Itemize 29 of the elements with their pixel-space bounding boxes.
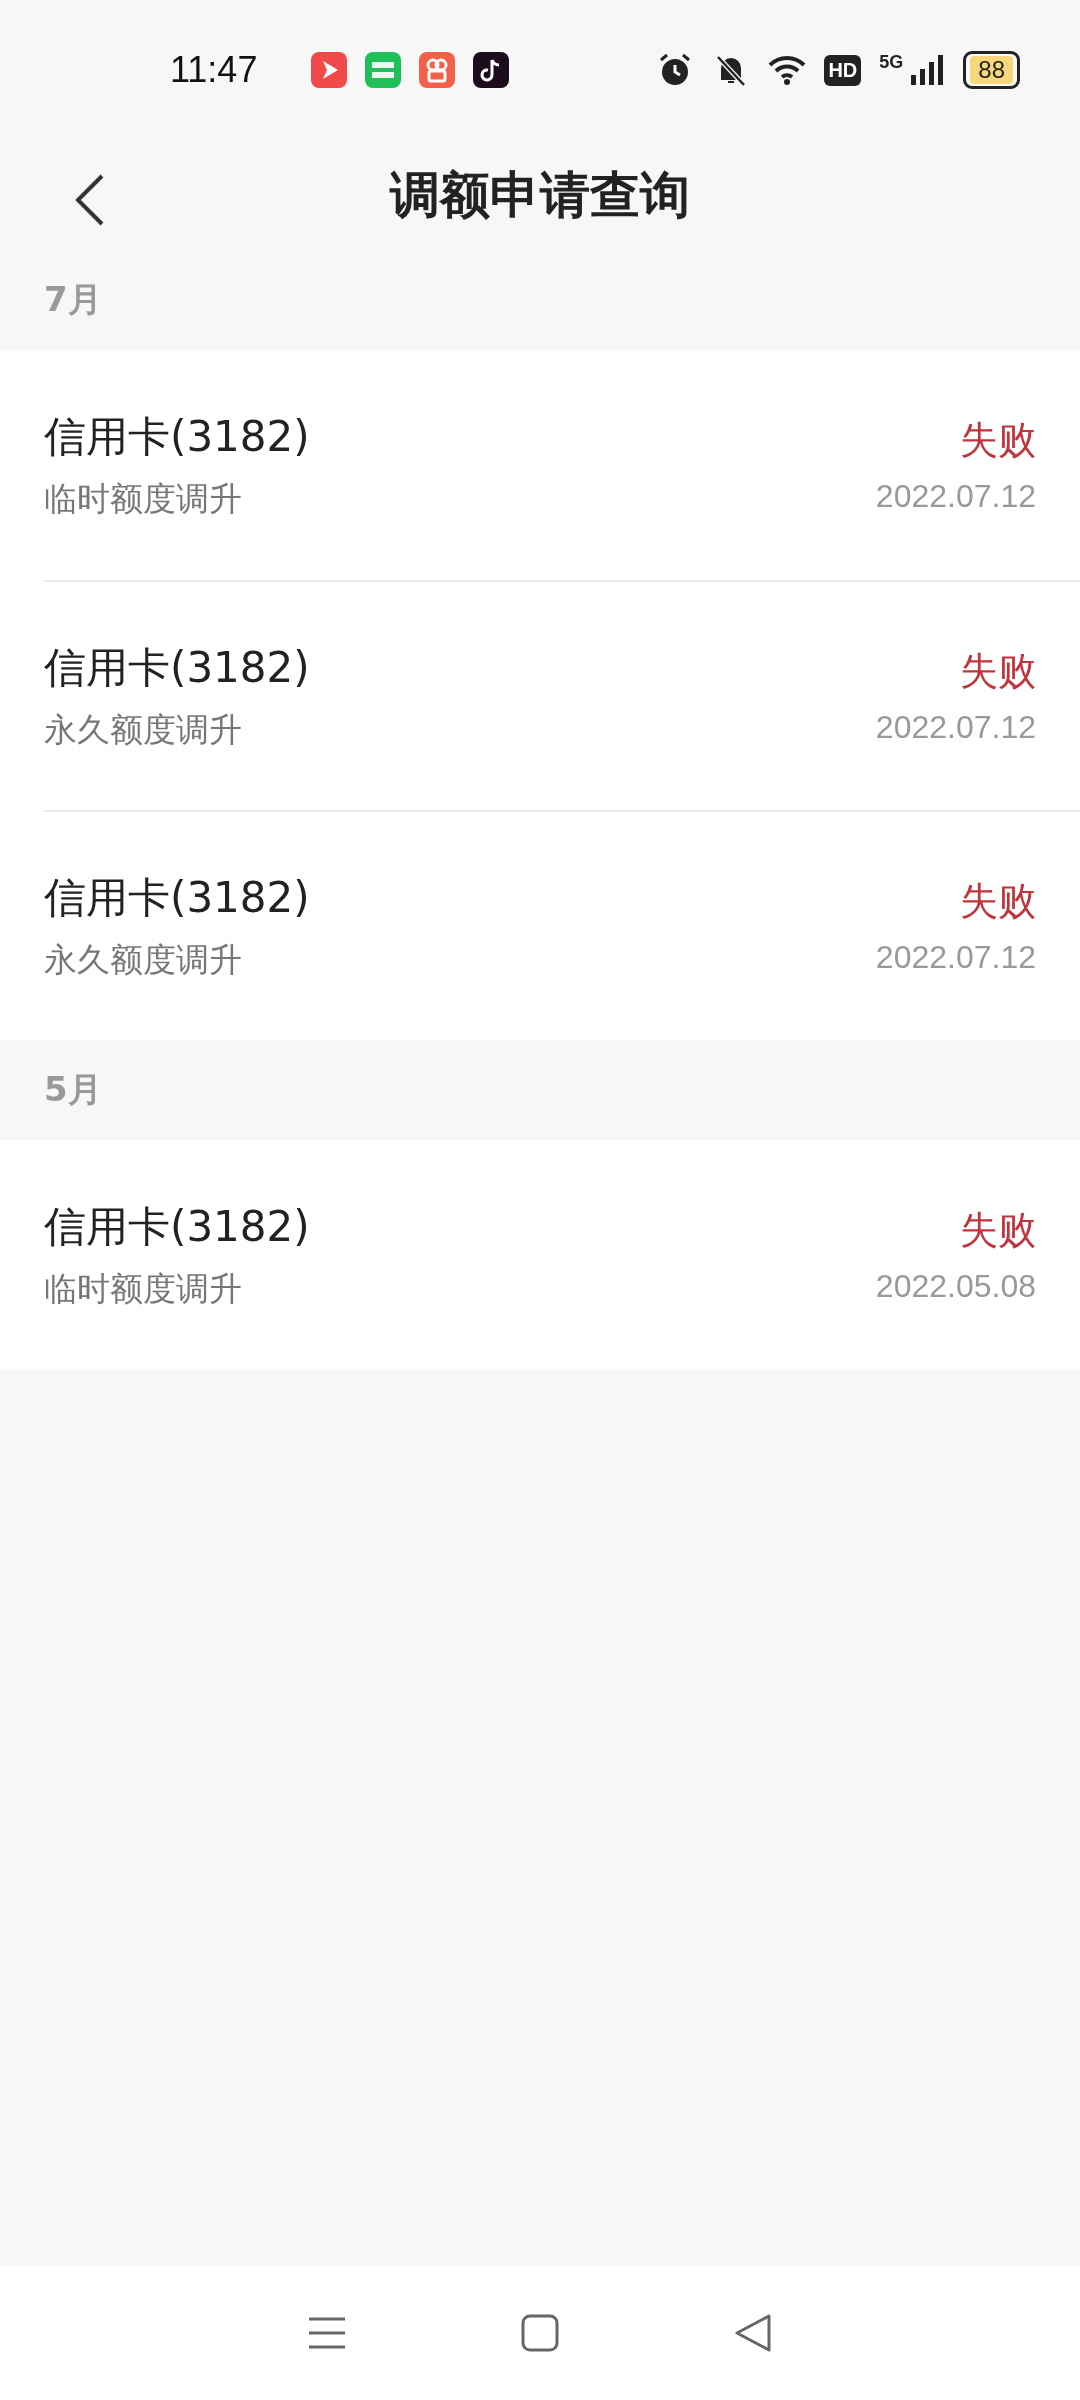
play-app-icon bbox=[311, 52, 348, 88]
date-label: 2022.07.12 bbox=[875, 709, 1036, 746]
card-name: 信用卡(3182) bbox=[44, 410, 310, 463]
card-name: 信用卡(3182) bbox=[44, 641, 310, 694]
hd-indicator: HD bbox=[824, 54, 862, 86]
date-label: 2022.07.12 bbox=[875, 478, 1036, 515]
adjustment-type: 永久额度调升 bbox=[44, 708, 242, 751]
adjustment-type: 临时额度调升 bbox=[44, 477, 242, 520]
month-label: 5月 bbox=[43, 1068, 103, 1111]
page-title: 调额申请查询 bbox=[390, 164, 690, 226]
status-label: 失败 bbox=[960, 417, 1036, 464]
music-note-app-icon bbox=[473, 52, 510, 88]
battery-indicator: 88 bbox=[963, 51, 1020, 89]
date-label: 2022.05.08 bbox=[875, 1268, 1036, 1305]
network-type: 5G bbox=[879, 52, 904, 73]
month-label: 7月 bbox=[43, 278, 103, 321]
status-label: 失败 bbox=[960, 878, 1036, 925]
status-label: 失败 bbox=[960, 1207, 1036, 1254]
application-item[interactable]: 信用卡(3182) 临时额度调升 失败 2022.07.12 bbox=[44, 350, 1080, 580]
date-label: 2022.07.12 bbox=[875, 939, 1036, 976]
card-name: 信用卡(3182) bbox=[44, 871, 310, 924]
application-item[interactable]: 信用卡(3182) 永久额度调升 失败 2022.07.12 bbox=[44, 580, 1080, 810]
status-time: 11:47 bbox=[170, 49, 258, 91]
card-name: 信用卡(3182) bbox=[44, 1200, 310, 1253]
app-icon bbox=[365, 52, 402, 88]
adjustment-type: 永久额度调升 bbox=[44, 938, 242, 981]
application-item[interactable]: 信用卡(3182) 永久额度调升 失败 2022.07.12 bbox=[44, 810, 1080, 1040]
adjustment-type: 临时额度调升 bbox=[44, 1267, 242, 1310]
status-label: 失败 bbox=[960, 648, 1036, 695]
